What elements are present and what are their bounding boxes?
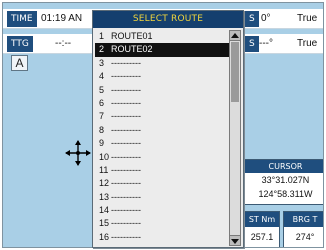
- ttg-label: TTG: [7, 36, 33, 52]
- route-name: ----------: [111, 97, 141, 108]
- route-number: 1: [99, 31, 105, 41]
- route-name: ----------: [111, 164, 141, 175]
- route-list-item[interactable]: 16 ----------: [95, 231, 229, 244]
- route-number: 4: [99, 71, 105, 82]
- scroll-thumb[interactable]: [231, 42, 239, 102]
- cursor-position-panel: CURSOR 33°31.027N 124°58.311W: [244, 159, 323, 205]
- route-list-item[interactable]: 4 ----------: [95, 70, 229, 83]
- route-number: 12: [99, 178, 110, 189]
- route-list-item[interactable]: 15 ----------: [95, 217, 229, 230]
- route-list: 1 ROUTE01 2 ROUTE02 3 ---------- 4 ---------- 5-…: [95, 30, 229, 246]
- route-name: ROUTE02: [111, 44, 153, 55]
- route-name: ----------: [111, 57, 141, 68]
- route-list-item[interactable]: 7 ----------: [95, 110, 229, 123]
- route-name: ----------: [111, 231, 141, 242]
- cog-label: S: [245, 11, 259, 27]
- cursor-panel-title: CURSOR: [245, 160, 323, 173]
- scroll-up-icon[interactable]: [230, 31, 240, 41]
- route-number: 16: [99, 231, 110, 242]
- route-name: ROUTE01: [111, 31, 153, 41]
- route-number: 9: [99, 138, 105, 149]
- route-number: 3: [99, 57, 105, 68]
- route-list-scrollbar[interactable]: [229, 30, 241, 246]
- route-name: ----------: [111, 71, 141, 82]
- time-value: 01:19 AN: [41, 13, 83, 24]
- cog-value: 0°: [261, 13, 271, 24]
- cts-label: S: [245, 36, 259, 52]
- route-number: 2: [99, 44, 105, 55]
- route-number: 13: [99, 191, 110, 202]
- route-name: ----------: [111, 84, 141, 95]
- route-list-item[interactable]: 1 ROUTE01: [95, 30, 229, 43]
- cursor-longitude: 124°58.311W: [258, 189, 313, 199]
- bearing-value: 274°: [295, 232, 315, 242]
- distance-value: 257.1: [250, 232, 274, 242]
- route-number: 6: [99, 97, 105, 108]
- route-number: 5: [99, 84, 105, 95]
- distance-label: ST Nm: [245, 212, 279, 227]
- distance-box: ST Nm 257.1: [244, 211, 280, 247]
- route-list-item[interactable]: 13 ----------: [95, 191, 229, 204]
- range-indicator[interactable]: A: [11, 55, 28, 71]
- route-list-item[interactable]: 3 ----------: [95, 57, 229, 70]
- route-list-item[interactable]: 9 ----------: [95, 137, 229, 150]
- cts-reference: True: [297, 38, 318, 49]
- cursor-latitude: 33°31.027N: [261, 175, 310, 185]
- route-name: ----------: [111, 111, 141, 122]
- route-number: 7: [99, 111, 105, 122]
- dialog-title: SELECT ROUTE: [93, 11, 243, 28]
- route-list-item[interactable]: 12 ----------: [95, 177, 229, 190]
- bearing-box: BRG T 274°: [283, 211, 323, 247]
- route-name: ----------: [111, 178, 141, 189]
- route-list-item[interactable]: 11 ----------: [95, 164, 229, 177]
- ttg-value: --:--: [55, 38, 72, 49]
- route-number: 10: [99, 151, 110, 162]
- route-number: 8: [99, 124, 105, 135]
- bearing-label: BRG T: [284, 212, 323, 227]
- route-number: 15: [99, 218, 110, 229]
- route-name: ----------: [111, 191, 141, 202]
- cog-reference: True: [297, 13, 318, 24]
- route-list-item[interactable]: 6 ----------: [95, 97, 229, 110]
- route-name: ----------: [111, 205, 141, 216]
- chart-screen: TIME 01:19 AN S 0° True TTG --:-- S ---°…: [0, 0, 326, 250]
- route-name: ----------: [111, 151, 141, 162]
- route-number: 11: [99, 164, 109, 175]
- route-name: ----------: [111, 218, 141, 229]
- cts-value: ---°: [259, 38, 273, 49]
- route-list-item[interactable]: 14 ----------: [95, 204, 229, 217]
- route-name: ----------: [111, 138, 141, 149]
- route-list-item[interactable]: 2 ROUTE02: [95, 43, 229, 57]
- route-list-item[interactable]: 10 ----------: [95, 151, 229, 164]
- cursor-cross-icon[interactable]: [65, 140, 91, 166]
- route-number: 14: [99, 205, 110, 216]
- route-list-item[interactable]: 8 ----------: [95, 124, 229, 137]
- scroll-down-icon[interactable]: [230, 235, 240, 245]
- route-name: ----------: [111, 124, 141, 135]
- select-route-dialog: SELECT ROUTE 1 ROUTE01 2 ROUTE02 3 ----------…: [92, 10, 244, 248]
- route-list-item[interactable]: 5 ----------: [95, 84, 229, 97]
- time-label: TIME: [7, 11, 37, 27]
